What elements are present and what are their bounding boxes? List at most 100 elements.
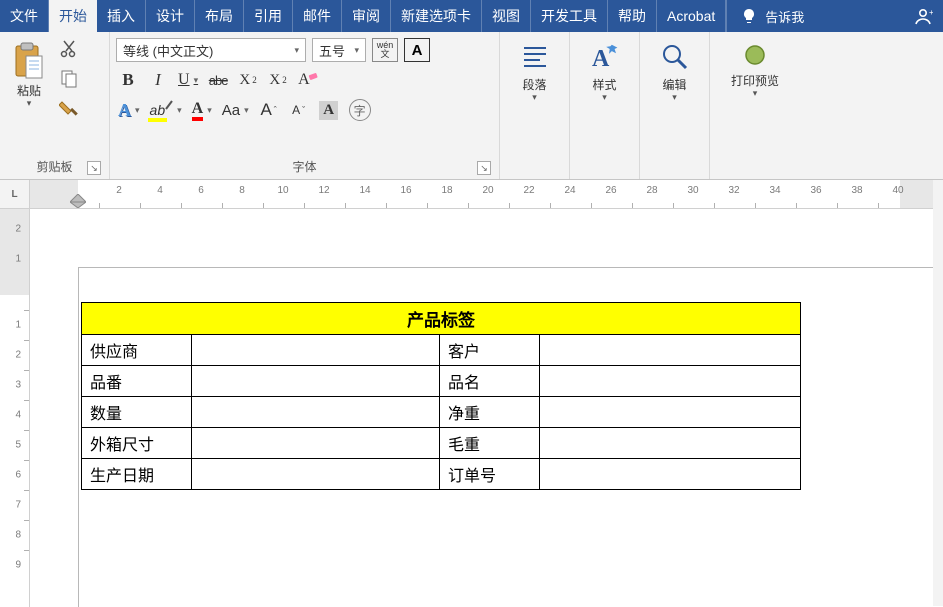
brush-icon (59, 99, 79, 119)
paste-button[interactable]: 粘贴 ▾ (6, 38, 52, 109)
font-name-value: 等线 (中文正文) (123, 41, 213, 60)
editing-button[interactable]: 编辑 ▾ (652, 38, 698, 103)
tab-newtab[interactable]: 新建选项卡 (391, 0, 482, 32)
chevron-down-icon: ▾ (294, 45, 299, 56)
svg-text:+: + (929, 8, 933, 17)
lightbulb-icon (741, 8, 757, 24)
character-border-button[interactable]: A (404, 38, 430, 62)
tab-insert[interactable]: 插入 (97, 0, 146, 32)
text-effects-button[interactable]: A (116, 98, 142, 122)
circle-icon (740, 42, 770, 72)
tab-view[interactable]: 视图 (482, 0, 531, 32)
styles-button[interactable]: A 样式 ▾ (582, 38, 628, 103)
ribbon: 粘贴 ▾ 剪贴板 ↘ (0, 32, 943, 180)
shrink-font-button[interactable]: Aˇ (287, 98, 311, 122)
font-size-combo[interactable]: 五号▾ (312, 38, 366, 62)
print-preview-button[interactable]: 打印预览 ▾ (725, 38, 785, 99)
cell-label[interactable]: 毛重 (440, 428, 540, 459)
editing-label: 编辑 (662, 78, 686, 92)
cell-label[interactable]: 外箱尺寸 (82, 428, 192, 459)
grow-font-button[interactable]: Aˆ (257, 98, 281, 122)
change-case-button[interactable]: Aa (220, 98, 251, 122)
find-icon (660, 42, 690, 76)
tab-home[interactable]: 开始 (49, 0, 97, 32)
paragraph-icon (520, 42, 550, 76)
font-launcher[interactable]: ↘ (477, 161, 491, 175)
tab-file[interactable]: 文件 (0, 0, 49, 32)
cell-value[interactable] (540, 366, 801, 397)
paragraph-button[interactable]: 段落 ▾ (512, 38, 558, 103)
tab-layout[interactable]: 布局 (195, 0, 244, 32)
cell-value[interactable] (192, 335, 440, 366)
cell-label[interactable]: 客户 (440, 335, 540, 366)
cell-value[interactable] (192, 459, 440, 490)
font-name-combo[interactable]: 等线 (中文正文) ▾ (116, 38, 306, 62)
tab-mailings[interactable]: 邮件 (293, 0, 342, 32)
vertical-scrollbar[interactable] (933, 180, 943, 606)
cell-value[interactable] (540, 397, 801, 428)
paragraph-label: 段落 (522, 78, 546, 92)
tab-references[interactable]: 引用 (244, 0, 293, 32)
chevron-down-icon: ▾ (27, 98, 32, 109)
copy-icon (60, 69, 78, 89)
group-editing: 编辑 ▾ (640, 32, 710, 179)
enclose-characters-button[interactable]: 字 (347, 98, 373, 122)
cell-value[interactable] (192, 428, 440, 459)
bold-button[interactable]: B (116, 68, 140, 92)
tab-review[interactable]: 审阅 (342, 0, 391, 32)
strikethrough-button[interactable]: abe (206, 68, 230, 92)
table-title[interactable]: 产品标签 (82, 303, 801, 335)
cell-label[interactable]: 品番 (82, 366, 192, 397)
cell-label[interactable]: 数量 (82, 397, 192, 428)
cell-value[interactable] (540, 335, 801, 366)
copy-button[interactable] (58, 68, 80, 90)
cell-value[interactable] (192, 397, 440, 428)
table-row[interactable]: 生产日期 订单号 (82, 459, 801, 490)
superscript-button[interactable]: X2 (266, 68, 290, 92)
format-painter-button[interactable] (58, 98, 80, 120)
cell-label[interactable]: 品名 (440, 366, 540, 397)
pen-icon (165, 99, 173, 111)
styles-label: 样式 (592, 78, 616, 92)
tab-developer[interactable]: 开发工具 (531, 0, 608, 32)
tell-me-label: 告诉我 (765, 7, 804, 26)
underline-button[interactable]: U (176, 68, 200, 92)
subscript-button[interactable]: X2 (236, 68, 260, 92)
highlight-color-button[interactable]: ab (148, 98, 184, 122)
character-shading-button[interactable]: A (317, 98, 341, 122)
cell-label[interactable]: 订单号 (440, 459, 540, 490)
table-row[interactable]: 供应商 客户 (82, 335, 801, 366)
product-label-table[interactable]: 产品标签 供应商 客户品番 品名数量 净重外箱尺寸 毛重生产日期 订单号 (81, 302, 801, 490)
cell-value[interactable] (540, 428, 801, 459)
cell-value[interactable] (192, 366, 440, 397)
cell-value[interactable] (540, 459, 801, 490)
document-canvas[interactable]: 产品标签 供应商 客户品番 品名数量 净重外箱尺寸 毛重生产日期 订单号 (30, 209, 943, 607)
cut-button[interactable] (58, 38, 80, 60)
phonetic-guide-button[interactable]: wén 文 (372, 38, 398, 62)
eraser-icon (308, 70, 320, 82)
cell-label[interactable]: 供应商 (82, 335, 192, 366)
font-color-button[interactable]: A (190, 98, 214, 122)
table-row[interactable]: 数量 净重 (82, 397, 801, 428)
tab-help[interactable]: 帮助 (608, 0, 657, 32)
horizontal-ruler[interactable]: 246810121416182022242628303234363840 (30, 180, 943, 208)
chevron-down-icon: ▾ (354, 45, 359, 56)
clipboard-launcher[interactable]: ↘ (87, 161, 101, 175)
italic-button[interactable]: I (146, 68, 170, 92)
indent-marker-hanging[interactable] (70, 194, 86, 208)
tab-selector[interactable]: L (0, 180, 30, 208)
table-row[interactable]: 外箱尺寸 毛重 (82, 428, 801, 459)
tell-me[interactable]: 告诉我 (726, 0, 818, 32)
tab-acrobat[interactable]: Acrobat (657, 0, 726, 32)
cell-label[interactable]: 生产日期 (82, 459, 192, 490)
clear-formatting-button[interactable]: A (296, 68, 322, 92)
tab-design[interactable]: 设计 (146, 0, 195, 32)
group-font: 等线 (中文正文) ▾ 五号▾ wén 文 A B I U abe (110, 32, 500, 179)
chevron-down-icon: ▾ (602, 92, 607, 103)
cell-label[interactable]: 净重 (440, 397, 540, 428)
table-row[interactable]: 品番 品名 (82, 366, 801, 397)
account-button[interactable]: + (903, 0, 943, 32)
ruler-area: L 246810121416182022242628303234363840 (0, 180, 943, 209)
clipboard-group-label: 剪贴板 ↘ (6, 155, 103, 179)
vertical-ruler[interactable]: 21123456789 (0, 209, 30, 607)
